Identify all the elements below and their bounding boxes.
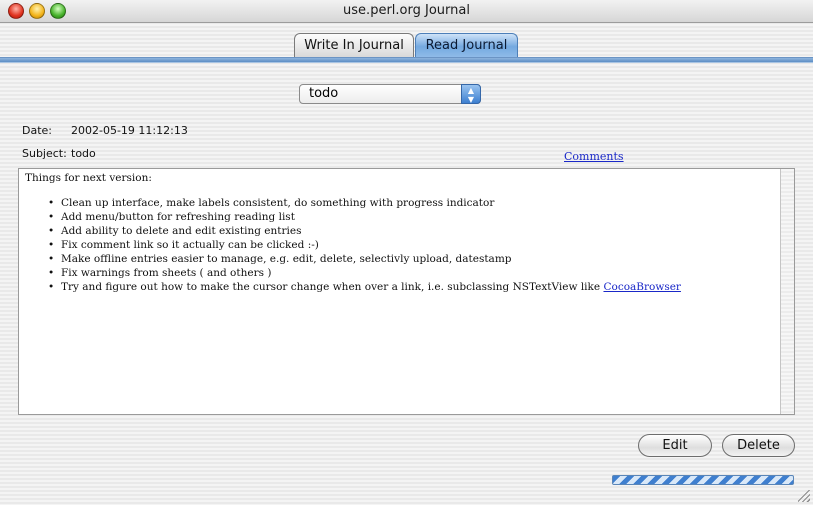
entry-text-view[interactable]: Things for next version: Clean up interf… [18, 168, 795, 415]
tab-divider [0, 57, 813, 63]
list-item: Add menu/button for refreshing reading l… [48, 210, 774, 224]
comments-link[interactable]: Comments [564, 150, 624, 163]
delete-button[interactable]: Delete [722, 434, 795, 457]
window-title: use.perl.org Journal [343, 3, 470, 18]
list-item: Add ability to delete and edit existing … [48, 224, 774, 238]
list-item: Clean up interface, make labels consiste… [48, 196, 774, 210]
entry-intro: Things for next version: [25, 172, 152, 184]
list-item: Make offline entries easier to manage, e… [48, 252, 774, 266]
resize-grip-icon[interactable] [798, 490, 810, 502]
progress-indicator [612, 475, 794, 485]
edit-button[interactable]: Edit [638, 434, 712, 457]
list-item: Fix comment link so it actually can be c… [48, 238, 774, 252]
list-item: Try and figure out how to make the curso… [48, 280, 774, 294]
vertical-scrollbar[interactable] [780, 169, 794, 414]
tab-read-journal[interactable]: Read Journal [415, 33, 518, 57]
tab-write-in-journal[interactable]: Write In Journal [294, 33, 414, 57]
title-bar: use.perl.org Journal [0, 0, 813, 23]
date-value: 2002-05-19 11:12:13 [71, 124, 188, 137]
date-label: Date: [22, 124, 52, 137]
up-down-arrows-icon[interactable]: ▲ ▼ [461, 84, 481, 104]
entry-select[interactable]: todo ▲ ▼ [299, 84, 481, 104]
entry-body: Things for next version: Clean up interf… [25, 171, 774, 294]
list-item-text: Try and figure out how to make the curso… [61, 281, 604, 293]
subject-label: Subject: [22, 147, 67, 160]
entry-select-value: todo [309, 86, 339, 101]
list-item: Fix warnings from sheets ( and others ) [48, 266, 774, 280]
subject-value: todo [71, 147, 96, 160]
cocoabrowser-link[interactable]: CocoaBrowser [603, 281, 680, 293]
todo-list: Clean up interface, make labels consiste… [25, 196, 774, 294]
